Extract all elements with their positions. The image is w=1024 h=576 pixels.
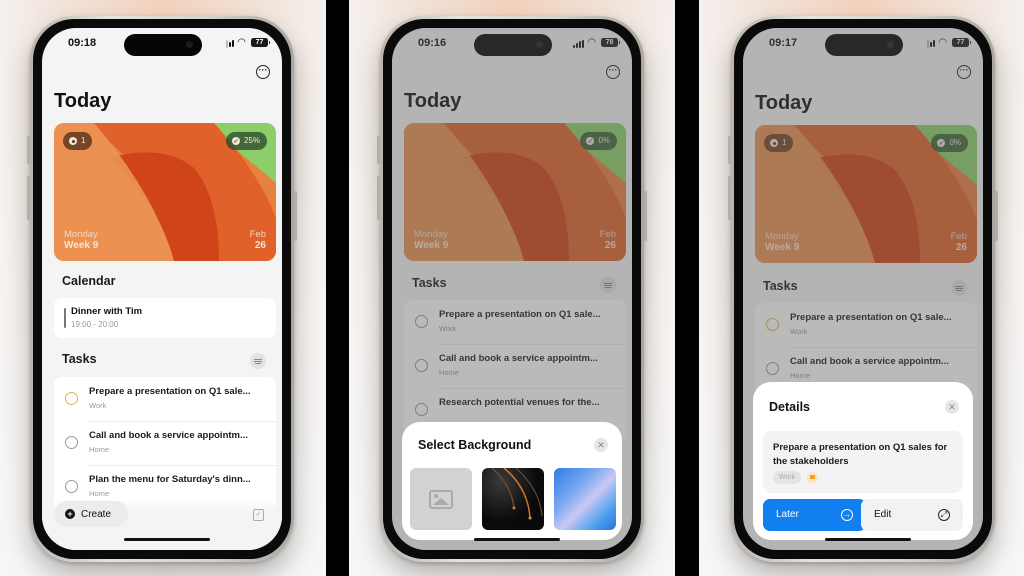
task-category: Work bbox=[89, 401, 107, 410]
month-label: Feb bbox=[249, 229, 266, 240]
details-sheet: Details ✕ Prepare a presentation on Q1 s… bbox=[753, 382, 973, 540]
calendar-heading: Calendar bbox=[62, 274, 116, 288]
category-tag[interactable]: Work bbox=[773, 471, 802, 484]
later-label: Later bbox=[776, 509, 799, 520]
calendar-check-icon[interactable] bbox=[253, 509, 264, 521]
select-background-sheet: Select Background ✕ bbox=[402, 422, 622, 540]
panel-today-home: 09:18 ◠ 77 ··· Today 1 ✓ 25% Monday Week… bbox=[0, 0, 326, 576]
signal-icon bbox=[226, 40, 234, 48]
ellipsis-circle-icon[interactable]: ··· bbox=[256, 65, 270, 79]
task-item[interactable]: Prepare a presentation on Q1 sale... Wor… bbox=[54, 377, 276, 421]
arrow-right-circle-icon: → bbox=[841, 509, 853, 521]
close-icon[interactable]: ✕ bbox=[945, 400, 959, 414]
power-button bbox=[644, 191, 647, 241]
volume-button bbox=[728, 176, 731, 220]
app-screenshots-stage: 09:18 ◠ 77 ··· Today 1 ✓ 25% Monday Week… bbox=[0, 0, 1024, 576]
close-icon[interactable]: ✕ bbox=[594, 438, 608, 452]
sheet-title: Details bbox=[769, 400, 810, 414]
event-time: 19:00 - 20:00 bbox=[71, 320, 119, 329]
filter-lines-icon[interactable] bbox=[250, 353, 266, 369]
phone-bezel: 09:18 ◠ 77 ··· Today 1 ✓ 25% Monday Week… bbox=[33, 19, 291, 559]
week-label: Week 9 bbox=[64, 240, 99, 251]
task-title: Prepare a presentation on Q1 sale... bbox=[89, 386, 251, 397]
task-item[interactable]: Call and book a service appointm... Home bbox=[54, 421, 276, 465]
edit-label: Edit bbox=[874, 509, 892, 520]
later-button[interactable]: Later → bbox=[763, 499, 866, 531]
overdue-count: 1 bbox=[81, 136, 86, 145]
mute-switch bbox=[728, 136, 731, 164]
task-category: Home bbox=[89, 445, 110, 454]
home-indicator[interactable] bbox=[825, 538, 911, 541]
phone-bezel: 09:16 ◠ 78 ··· Today ✓ 0% Monday Week 9 … bbox=[383, 19, 641, 559]
home-indicator[interactable] bbox=[124, 538, 210, 541]
edit-button[interactable]: Edit ⤢ bbox=[861, 499, 963, 531]
dark-curves-art bbox=[491, 468, 543, 520]
power-button bbox=[294, 191, 297, 241]
week-card[interactable]: 1 25% Monday Week 9 Feb 26 bbox=[54, 123, 276, 261]
background-option-blue[interactable] bbox=[554, 468, 616, 530]
bottom-toolbar: + Create bbox=[42, 498, 282, 550]
photo-icon bbox=[429, 490, 453, 509]
battery-icon: 77 bbox=[251, 38, 270, 47]
card-date-info: Feb 26 bbox=[250, 229, 266, 251]
panel-task-details: 09:17 ◠ 77 ··· Today 1 ✓ 0% Monday Week … bbox=[699, 0, 1024, 576]
detail-task-title: Prepare a presentation on Q1 sales for t… bbox=[773, 442, 948, 467]
status-bar: 09:18 ◠ 77 bbox=[42, 28, 282, 58]
progress-badge: 25% bbox=[225, 132, 267, 151]
create-button[interactable]: + Create bbox=[54, 501, 128, 527]
task-checkbox[interactable] bbox=[65, 392, 78, 405]
flag-icon[interactable] bbox=[807, 472, 818, 483]
create-label: Create bbox=[81, 508, 112, 520]
mute-switch bbox=[27, 136, 30, 164]
task-checkbox[interactable] bbox=[65, 480, 78, 493]
phone-bezel: 09:17 ◠ 77 ··· Today 1 ✓ 0% Monday Week … bbox=[734, 19, 992, 559]
task-checkbox[interactable] bbox=[65, 436, 78, 449]
overdue-badge: 1 bbox=[63, 132, 93, 150]
sheet-title: Select Background bbox=[418, 438, 532, 452]
checkmark-circle-icon bbox=[231, 133, 240, 151]
task-title: Call and book a service appointm... bbox=[89, 430, 248, 441]
plus-circle-icon: + bbox=[65, 509, 75, 519]
weekday-label: Monday bbox=[64, 229, 98, 240]
screen: 09:17 ◠ 77 ··· Today 1 ✓ 0% Monday Week … bbox=[743, 28, 983, 550]
screen: 09:18 ◠ 77 ··· Today 1 ✓ 25% Monday Week… bbox=[42, 28, 282, 550]
progress-percent: 25% bbox=[243, 136, 260, 145]
card-day-info: Monday Week 9 bbox=[64, 229, 98, 251]
background-option-photo[interactable] bbox=[410, 468, 472, 530]
volume-button bbox=[377, 176, 380, 220]
task-category: Home bbox=[89, 489, 110, 498]
date-label: 26 bbox=[254, 240, 266, 251]
divider bbox=[326, 0, 349, 576]
task-list: Prepare a presentation on Q1 sale... Wor… bbox=[54, 377, 276, 517]
divider bbox=[675, 0, 699, 576]
event-title: Dinner with Tim bbox=[71, 306, 143, 317]
task-detail-box: Prepare a presentation on Q1 sales for t… bbox=[763, 431, 963, 493]
mute-switch bbox=[377, 136, 380, 164]
volume-button bbox=[27, 176, 30, 220]
power-button bbox=[995, 191, 998, 241]
calendar-event[interactable]: Dinner with Tim 19:00 - 20:00 bbox=[54, 298, 276, 338]
background-option-dark[interactable] bbox=[482, 468, 544, 530]
dynamic-island bbox=[124, 34, 202, 56]
expand-arrows-icon: ⤢ bbox=[938, 509, 950, 521]
page-title: Today bbox=[54, 90, 112, 112]
panel-select-background: 09:16 ◠ 78 ··· Today ✓ 0% Monday Week 9 … bbox=[349, 0, 675, 576]
tasks-heading: Tasks bbox=[62, 352, 97, 366]
clock: 09:18 bbox=[68, 37, 97, 49]
phone-frame: 09:16 ◠ 78 ··· Today ✓ 0% Monday Week 9 … bbox=[377, 16, 647, 562]
event-color-bar bbox=[64, 308, 66, 328]
phone-frame: 09:17 ◠ 77 ··· Today 1 ✓ 0% Monday Week … bbox=[728, 16, 998, 562]
screen: 09:16 ◠ 78 ··· Today ✓ 0% Monday Week 9 … bbox=[392, 28, 632, 550]
phone-frame: 09:18 ◠ 77 ··· Today 1 ✓ 25% Monday Week… bbox=[27, 16, 297, 562]
record-icon bbox=[69, 137, 77, 145]
task-title: Plan the menu for Saturday's dinn... bbox=[89, 474, 251, 485]
wifi-icon: ◠ bbox=[237, 37, 246, 48]
home-indicator[interactable] bbox=[474, 538, 560, 541]
